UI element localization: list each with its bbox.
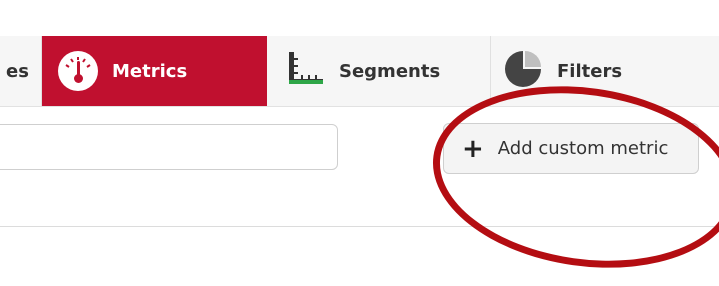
tab-metrics-label: Metrics (112, 60, 188, 82)
tab-filters[interactable]: Filters (491, 36, 719, 106)
ruler-icon (287, 50, 325, 93)
tab-filters-label: Filters (557, 60, 623, 82)
pie-chart-icon (503, 49, 543, 94)
plus-icon: + (462, 133, 484, 164)
tab-metrics[interactable]: Metrics (42, 36, 267, 106)
speedometer-icon (58, 51, 98, 91)
tab-segments[interactable]: Segments (267, 36, 491, 106)
tab-segments-label: Segments (339, 60, 441, 82)
add-custom-metric-label: Add custom metric (497, 138, 669, 159)
divider (0, 226, 719, 227)
add-custom-metric-button[interactable]: + Add custom metric (443, 123, 699, 174)
search-input[interactable] (0, 124, 338, 170)
tab-bar: es Metrics Segments Filters (0, 36, 719, 107)
tab-previous[interactable]: es (0, 36, 42, 106)
tab-previous-label: es (6, 60, 29, 82)
